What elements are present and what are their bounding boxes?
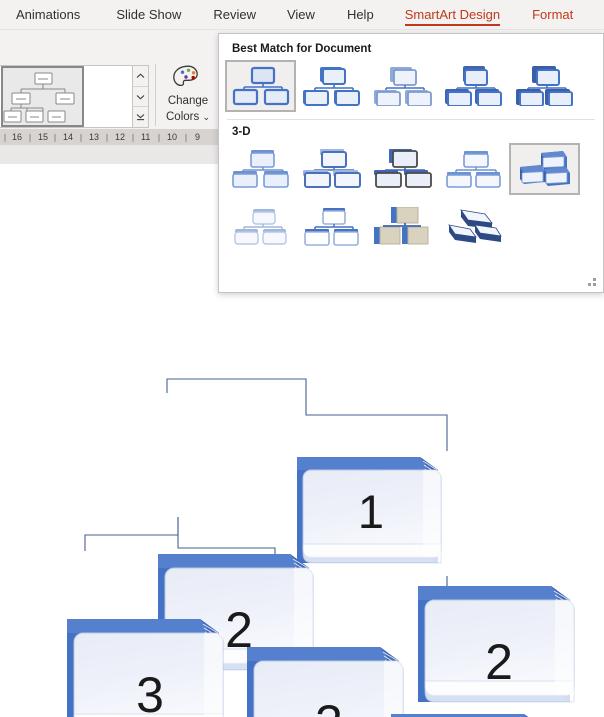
ribbon-tab-bar: Animations Slide Show Review View Help S… bbox=[0, 0, 604, 29]
layouts-more-button[interactable] bbox=[133, 107, 148, 127]
gallery-row-3d-second bbox=[219, 196, 603, 254]
gallery-item-empty-slot bbox=[509, 201, 580, 253]
gallery-item-flat-scene[interactable] bbox=[438, 201, 509, 253]
gallery-item-cartoon[interactable] bbox=[225, 201, 296, 253]
smartart-node-3-left-label: 3 bbox=[136, 667, 164, 717]
gallery-item-simple-fill[interactable] bbox=[225, 60, 296, 112]
gallery-section-best-match-title: Best Match for Document bbox=[232, 43, 372, 55]
gallery-item-intense-effect[interactable] bbox=[509, 60, 580, 112]
ruler-tick-11: 11 bbox=[141, 132, 151, 142]
tab-view[interactable]: View bbox=[287, 0, 315, 29]
smartart-node-3-middle-label: 3 bbox=[315, 695, 343, 717]
ruler-tick-10: 10 bbox=[167, 132, 178, 142]
layouts-scroll-down-button[interactable] bbox=[133, 87, 148, 108]
change-colors-label-line1: Change bbox=[167, 95, 209, 107]
tab-review[interactable]: Review bbox=[213, 0, 256, 29]
smartart-node-1[interactable]: 1 bbox=[297, 457, 442, 564]
tab-animations[interactable]: Animations bbox=[16, 0, 80, 29]
gallery-item-birds-eye-scene[interactable] bbox=[509, 143, 580, 195]
tab-review-label: Review bbox=[213, 7, 256, 22]
ruler-tick-12: 12 bbox=[115, 132, 126, 142]
smartart-node-2-right[interactable]: 2 bbox=[418, 586, 575, 703]
tab-slide-show[interactable]: Slide Show bbox=[116, 0, 181, 29]
tab-slide-show-label: Slide Show bbox=[116, 7, 182, 22]
tab-smartart-design[interactable]: SmartArt Design bbox=[404, 0, 501, 29]
tab-format[interactable]: Format bbox=[532, 0, 573, 29]
resize-grip-icon[interactable] bbox=[588, 278, 598, 288]
gallery-item-sunset-scene[interactable] bbox=[438, 143, 509, 195]
layouts-scroll-buttons[interactable] bbox=[132, 65, 149, 128]
smartart-node-3-left[interactable]: 3 bbox=[67, 619, 224, 717]
gallery-row-3d-first bbox=[219, 142, 603, 196]
ruler-tick-13: 13 bbox=[89, 132, 100, 142]
layouts-gallery[interactable] bbox=[0, 65, 137, 128]
gallery-item-powder[interactable] bbox=[296, 201, 367, 253]
smartart-styles-gallery-dropdown[interactable]: Best Match for Document 3-D bbox=[218, 33, 604, 293]
gallery-item-metallic-scene[interactable] bbox=[367, 143, 438, 195]
smartart-node-3-middle[interactable]: 3 bbox=[247, 647, 404, 717]
tab-format-label: Format bbox=[532, 7, 574, 22]
tab-smartart-design-label: SmartArt Design bbox=[404, 7, 501, 22]
smartart-node-2-right-label: 2 bbox=[485, 634, 513, 690]
gallery-item-moderate-effect[interactable] bbox=[438, 60, 509, 112]
change-colors-button[interactable]: Change Colors ⌄ bbox=[158, 62, 218, 132]
change-colors-label-text: Colors bbox=[166, 111, 200, 123]
gallery-item-subtle-effect[interactable] bbox=[367, 60, 438, 112]
layout-thumb-organization-chart[interactable] bbox=[0, 66, 85, 127]
tab-help-label: Help bbox=[346, 7, 374, 22]
gallery-item-white-outline[interactable] bbox=[296, 60, 367, 112]
layouts-scroll-up-button[interactable] bbox=[133, 66, 148, 87]
gallery-item-brick-scene[interactable] bbox=[367, 201, 438, 253]
gallery-section-3d-title: 3-D bbox=[232, 126, 251, 138]
smartart-node-1-label: 1 bbox=[358, 485, 384, 538]
ruler-tick-14: 14 bbox=[63, 132, 74, 142]
tab-help[interactable]: Help bbox=[347, 0, 374, 29]
palette-icon bbox=[173, 65, 198, 87]
ruler-tick-9: 9 bbox=[195, 132, 201, 142]
tab-view-label: View bbox=[286, 7, 315, 22]
gallery-row-best-match bbox=[219, 59, 603, 113]
chevron-down-icon[interactable]: ⌄ bbox=[202, 112, 210, 122]
gallery-item-polished[interactable] bbox=[225, 143, 296, 195]
gallery-item-inset[interactable] bbox=[296, 143, 367, 195]
tab-animations-label: Animations bbox=[16, 7, 81, 22]
ruler-tick-15: 15 bbox=[38, 132, 49, 142]
ribbon-group-divider bbox=[155, 64, 156, 126]
change-colors-label-line2: Colors ⌄ bbox=[158, 110, 218, 124]
ruler-tick-16: 16 bbox=[12, 132, 23, 142]
